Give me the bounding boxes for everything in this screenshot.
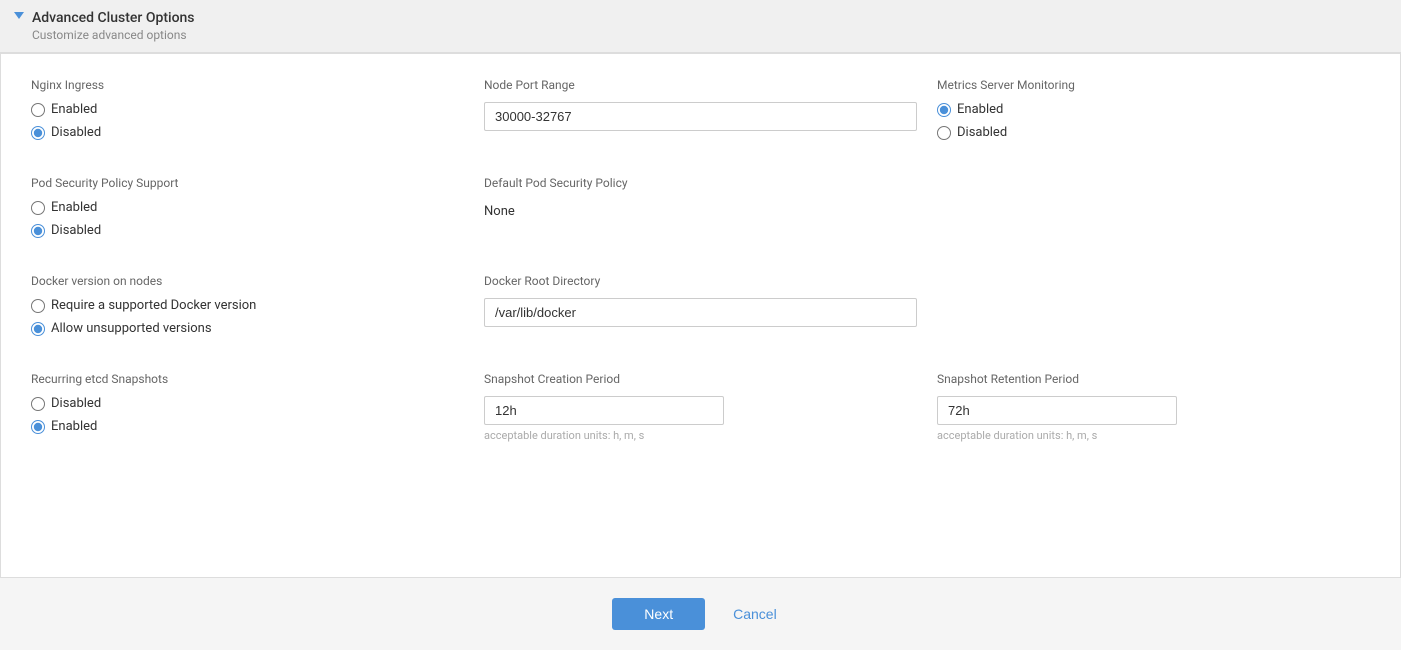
node-port-range-group: Node Port Range: [484, 78, 917, 148]
panel-body: Nginx Ingress Enabled Disabled Node Port…: [0, 53, 1401, 578]
footer: Next Cancel: [0, 578, 1401, 650]
row-4: Recurring etcd Snapshots Disabled Enable…: [31, 372, 1370, 442]
docker-require-label: Require a supported Docker version: [51, 298, 256, 313]
nginx-ingress-enabled-option[interactable]: Enabled: [31, 102, 464, 117]
metrics-server-enabled-label: Enabled: [957, 102, 1003, 117]
docker-version-label: Docker version on nodes: [31, 274, 464, 288]
metrics-server-disabled-radio[interactable]: [937, 126, 951, 140]
metrics-server-disabled-option[interactable]: Disabled: [937, 125, 1370, 140]
snapshot-retention-label: Snapshot Retention Period: [937, 372, 1370, 386]
next-button[interactable]: Next: [612, 598, 705, 630]
nginx-ingress-enabled-radio[interactable]: [31, 103, 45, 117]
row2-empty: [937, 176, 1370, 246]
nginx-ingress-label: Nginx Ingress: [31, 78, 464, 92]
docker-require-radio[interactable]: [31, 299, 45, 313]
etcd-disabled-option[interactable]: Disabled: [31, 396, 464, 411]
docker-version-group: Docker version on nodes Require a suppor…: [31, 274, 464, 344]
docker-allow-label: Allow unsupported versions: [51, 321, 212, 336]
recurring-etcd-label: Recurring etcd Snapshots: [31, 372, 464, 386]
cancel-button[interactable]: Cancel: [721, 598, 789, 630]
panel-title: Advanced Cluster Options: [32, 10, 195, 26]
docker-allow-radio[interactable]: [31, 322, 45, 336]
docker-allow-option[interactable]: Allow unsupported versions: [31, 321, 464, 336]
pod-security-disabled-label: Disabled: [51, 223, 101, 238]
docker-require-option[interactable]: Require a supported Docker version: [31, 298, 464, 313]
panel-header: Advanced Cluster Options Customize advan…: [0, 0, 1401, 53]
pod-security-enabled-option[interactable]: Enabled: [31, 200, 464, 215]
snapshot-creation-label: Snapshot Creation Period: [484, 372, 917, 386]
docker-root-group: Docker Root Directory: [484, 274, 917, 344]
row3-empty: [937, 274, 1370, 344]
pod-security-policy-label: Pod Security Policy Support: [31, 176, 464, 190]
etcd-enabled-option[interactable]: Enabled: [31, 419, 464, 434]
docker-root-label: Docker Root Directory: [484, 274, 917, 288]
etcd-enabled-radio[interactable]: [31, 420, 45, 434]
row-1: Nginx Ingress Enabled Disabled Node Port…: [31, 78, 1370, 148]
snapshot-creation-input[interactable]: [484, 396, 724, 425]
snapshot-creation-hint: acceptable duration units: h, m, s: [484, 429, 917, 442]
snapshot-retention-hint: acceptable duration units: h, m, s: [937, 429, 1370, 442]
row-2: Pod Security Policy Support Enabled Disa…: [31, 176, 1370, 246]
metrics-server-label: Metrics Server Monitoring: [937, 78, 1370, 92]
panel-header-text: Advanced Cluster Options Customize advan…: [32, 10, 195, 42]
recurring-etcd-group: Recurring etcd Snapshots Disabled Enable…: [31, 372, 464, 442]
etcd-enabled-label: Enabled: [51, 419, 97, 434]
metrics-server-enabled-option[interactable]: Enabled: [937, 102, 1370, 117]
nginx-ingress-disabled-radio[interactable]: [31, 126, 45, 140]
pod-security-disabled-radio[interactable]: [31, 224, 45, 238]
row-3: Docker version on nodes Require a suppor…: [31, 274, 1370, 344]
chevron-down-icon: [14, 12, 24, 19]
pod-security-policy-group: Pod Security Policy Support Enabled Disa…: [31, 176, 464, 246]
pod-security-enabled-radio[interactable]: [31, 201, 45, 215]
default-pod-security-label: Default Pod Security Policy: [484, 176, 917, 190]
pod-security-enabled-label: Enabled: [51, 200, 97, 215]
page-wrapper: Advanced Cluster Options Customize advan…: [0, 0, 1401, 650]
panel-subtitle: Customize advanced options: [32, 28, 195, 42]
default-pod-security-group: Default Pod Security Policy None: [484, 176, 917, 246]
nginx-ingress-enabled-label: Enabled: [51, 102, 97, 117]
metrics-server-disabled-label: Disabled: [957, 125, 1007, 140]
docker-root-input[interactable]: [484, 298, 917, 327]
etcd-disabled-label: Disabled: [51, 396, 101, 411]
nginx-ingress-group: Nginx Ingress Enabled Disabled: [31, 78, 464, 148]
snapshot-retention-input[interactable]: [937, 396, 1177, 425]
nginx-ingress-disabled-option[interactable]: Disabled: [31, 125, 464, 140]
nginx-ingress-disabled-label: Disabled: [51, 125, 101, 140]
default-pod-security-value: None: [484, 204, 917, 219]
metrics-server-group: Metrics Server Monitoring Enabled Disabl…: [937, 78, 1370, 148]
snapshot-retention-group: Snapshot Retention Period acceptable dur…: [937, 372, 1370, 442]
node-port-range-input[interactable]: [484, 102, 917, 131]
snapshot-creation-group: Snapshot Creation Period acceptable dura…: [484, 372, 917, 442]
metrics-server-enabled-radio[interactable]: [937, 103, 951, 117]
etcd-disabled-radio[interactable]: [31, 397, 45, 411]
node-port-range-label: Node Port Range: [484, 78, 917, 92]
pod-security-disabled-option[interactable]: Disabled: [31, 223, 464, 238]
